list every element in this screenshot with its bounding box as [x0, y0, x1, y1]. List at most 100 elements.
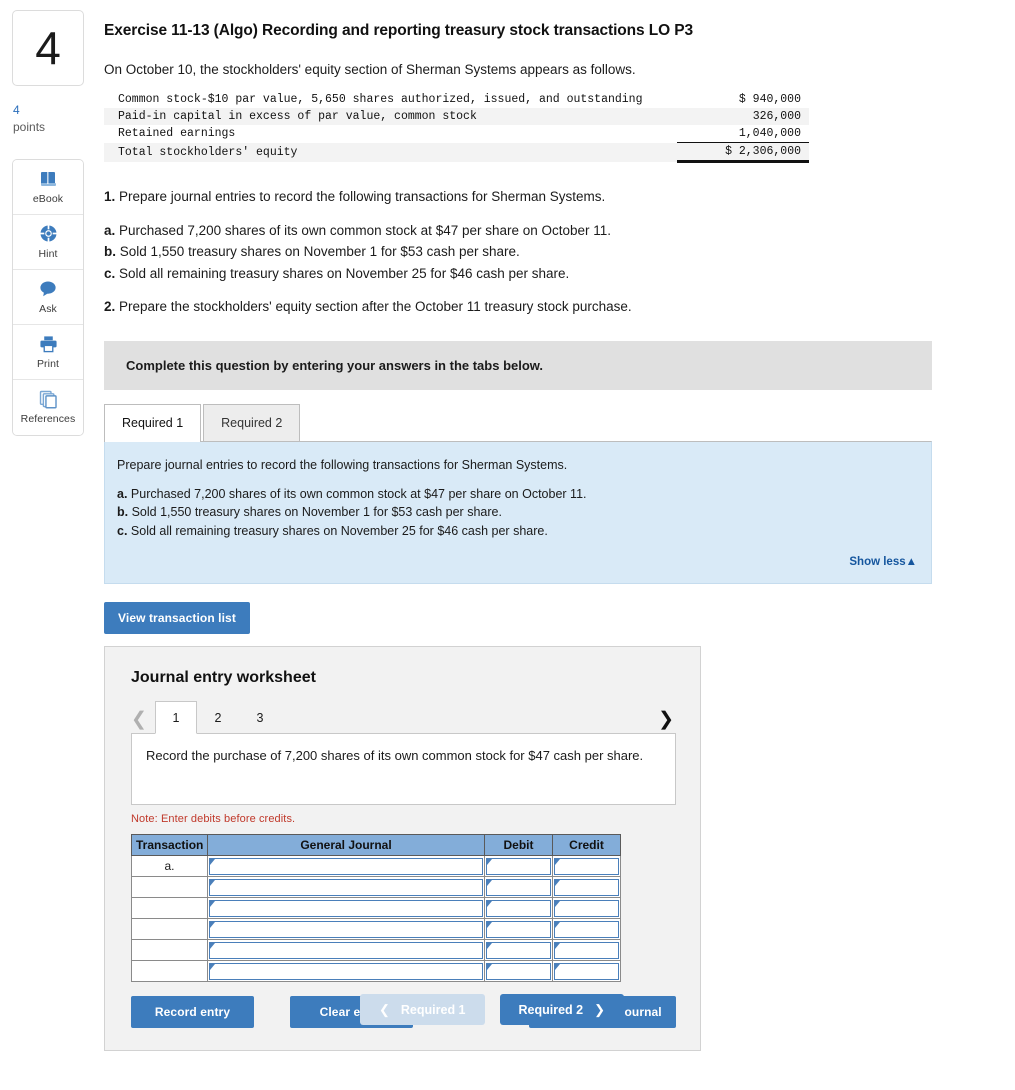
requirement-1: 1. Prepare journal entries to record the… [104, 187, 1004, 207]
journal-header-row: Transaction General Journal Debit Credit [131, 834, 621, 857]
equity-amount: 326,000 [677, 108, 809, 125]
requirement-1-text: Prepare journal entries to record the fo… [119, 189, 606, 204]
table-row [131, 939, 621, 962]
credit-input[interactable] [554, 920, 619, 938]
cell-general-journal [207, 855, 485, 878]
tool-ask[interactable]: Ask [13, 269, 83, 325]
equity-amount: $ 940,000 [738, 93, 801, 106]
prev-page-icon[interactable]: ❮ [131, 710, 155, 734]
table-row-total: Total stockholders' equity $ 2,306,000 [104, 142, 809, 163]
credit-input[interactable] [554, 941, 619, 959]
credit-input[interactable] [554, 878, 619, 896]
debit-input[interactable] [486, 962, 551, 980]
required-tabs: Required 1 Required 2 [104, 403, 932, 442]
header-transaction: Transaction [131, 834, 208, 857]
general-journal-input[interactable] [209, 941, 483, 959]
credit-input[interactable] [554, 899, 619, 917]
debit-input[interactable] [486, 878, 551, 896]
cell-general-journal [207, 918, 485, 941]
equity-label: Retained earnings [118, 127, 236, 141]
next-required-button[interactable]: Required 2 ❯ [499, 994, 625, 1025]
equity-label: Common stock-$10 par value, 5,650 shares… [118, 93, 643, 106]
table-row: Paid-in capital in excess of par value, … [104, 108, 809, 125]
worksheet-page-2[interactable]: 2 [197, 701, 239, 734]
requirement-1-number: 1. [104, 189, 116, 204]
cell-general-journal [207, 897, 485, 920]
panel-transaction-a-letter: a. [117, 486, 128, 501]
cell-general-journal [207, 960, 485, 983]
table-row [131, 876, 621, 899]
panel-transaction-b-text: Sold 1,550 treasury shares on November 1… [131, 505, 502, 520]
table-row [131, 960, 621, 983]
credit-input[interactable] [554, 857, 619, 875]
next-page-icon[interactable]: ❯ [658, 710, 676, 734]
speech-bubble-icon [38, 279, 58, 299]
table-row: Retained earnings 1,040,000 [104, 125, 809, 143]
cell-credit [552, 939, 621, 962]
debit-input[interactable] [486, 941, 551, 959]
left-rail: 4 4 points eBook Hint Ask Print Referenc… [12, 10, 88, 436]
credit-input[interactable] [554, 962, 619, 980]
requirement-panel: Prepare journal entries to record the fo… [104, 440, 932, 585]
transaction-a: a. Purchased 7,200 shares of its own com… [104, 221, 1004, 241]
tool-ebook-label: eBook [32, 192, 64, 205]
points-display: 4 points [12, 102, 88, 137]
tool-references-label: References [20, 413, 76, 426]
equity-label: Paid-in capital in excess of par value, … [104, 108, 677, 125]
transaction-a-text: Purchased 7,200 shares of its own common… [119, 222, 612, 238]
transaction-b-text: Sold 1,550 treasury shares on November 1… [119, 244, 520, 260]
book-icon [39, 169, 58, 189]
panel-transaction-c-text: Sold all remaining treasury shares on No… [130, 524, 548, 539]
panel-heading: Prepare journal entries to record the fo… [117, 457, 568, 472]
cell-credit [552, 960, 621, 983]
tool-print[interactable]: Print [13, 324, 83, 380]
view-transaction-list-button[interactable]: View transaction list [104, 602, 250, 635]
record-entry-button[interactable]: Record entry [131, 996, 254, 1029]
debit-input[interactable] [486, 857, 551, 875]
debit-input[interactable] [486, 920, 551, 938]
page-title: Exercise 11-13 (Algo) Recording and repo… [104, 22, 694, 39]
points-label: points [13, 120, 46, 135]
tool-hint[interactable]: Hint [13, 214, 83, 270]
worksheet-pager: ❮ 1 2 3 ❯ [131, 701, 676, 735]
cell-general-journal [207, 939, 485, 962]
stockholders-equity-table: Common stock-$10 par value, 5,650 shares… [104, 91, 809, 163]
footer-navigation: ❮ Required 1 Required 2 ❯ [360, 994, 625, 1025]
cell-debit [484, 918, 553, 941]
main-content: Exercise 11-13 (Algo) Recording and repo… [104, 14, 1004, 1052]
header-credit: Credit [552, 834, 621, 857]
table-row: a. [131, 855, 621, 878]
tab-required-1[interactable]: Required 1 [104, 403, 202, 442]
debit-input[interactable] [486, 899, 551, 917]
worksheet-page-1[interactable]: 1 [154, 701, 197, 735]
cell-debit [484, 876, 553, 899]
tool-print-label: Print [36, 357, 60, 370]
table-row: Common stock-$10 par value, 5,650 shares… [104, 91, 809, 108]
requirement-2-number: 2. [104, 299, 116, 315]
requirements-list: 1. Prepare journal entries to record the… [104, 187, 1004, 317]
cell-debit [484, 897, 553, 920]
general-journal-input[interactable] [209, 878, 483, 896]
printer-icon [39, 334, 58, 354]
cell-transaction [131, 960, 208, 983]
cell-credit [552, 855, 621, 878]
general-journal-input[interactable] [209, 920, 483, 938]
general-journal-input[interactable] [209, 857, 483, 875]
show-less-link[interactable]: Show less▲ [117, 554, 917, 571]
tab-required-2[interactable]: Required 2 [203, 403, 301, 442]
table-row [131, 897, 621, 920]
tool-ebook[interactable]: eBook [13, 159, 83, 215]
cell-transaction [131, 876, 208, 899]
equity-amount-total: $ 2,306,000 [677, 142, 809, 163]
tool-references[interactable]: References [13, 379, 83, 435]
panel-transaction-b-letter: b. [117, 505, 129, 520]
general-journal-input[interactable] [209, 899, 483, 917]
prev-required-label: Required 1 [400, 1002, 466, 1017]
transaction-c-letter: c. [104, 265, 116, 281]
prev-required-button[interactable]: ❮ Required 1 [360, 994, 485, 1025]
cell-transaction [131, 897, 208, 920]
worksheet-page-3[interactable]: 3 [239, 701, 281, 734]
cell-debit [484, 939, 553, 962]
general-journal-input[interactable] [209, 962, 483, 980]
requirement-2-text: Prepare the stockholders' equity section… [119, 299, 632, 315]
